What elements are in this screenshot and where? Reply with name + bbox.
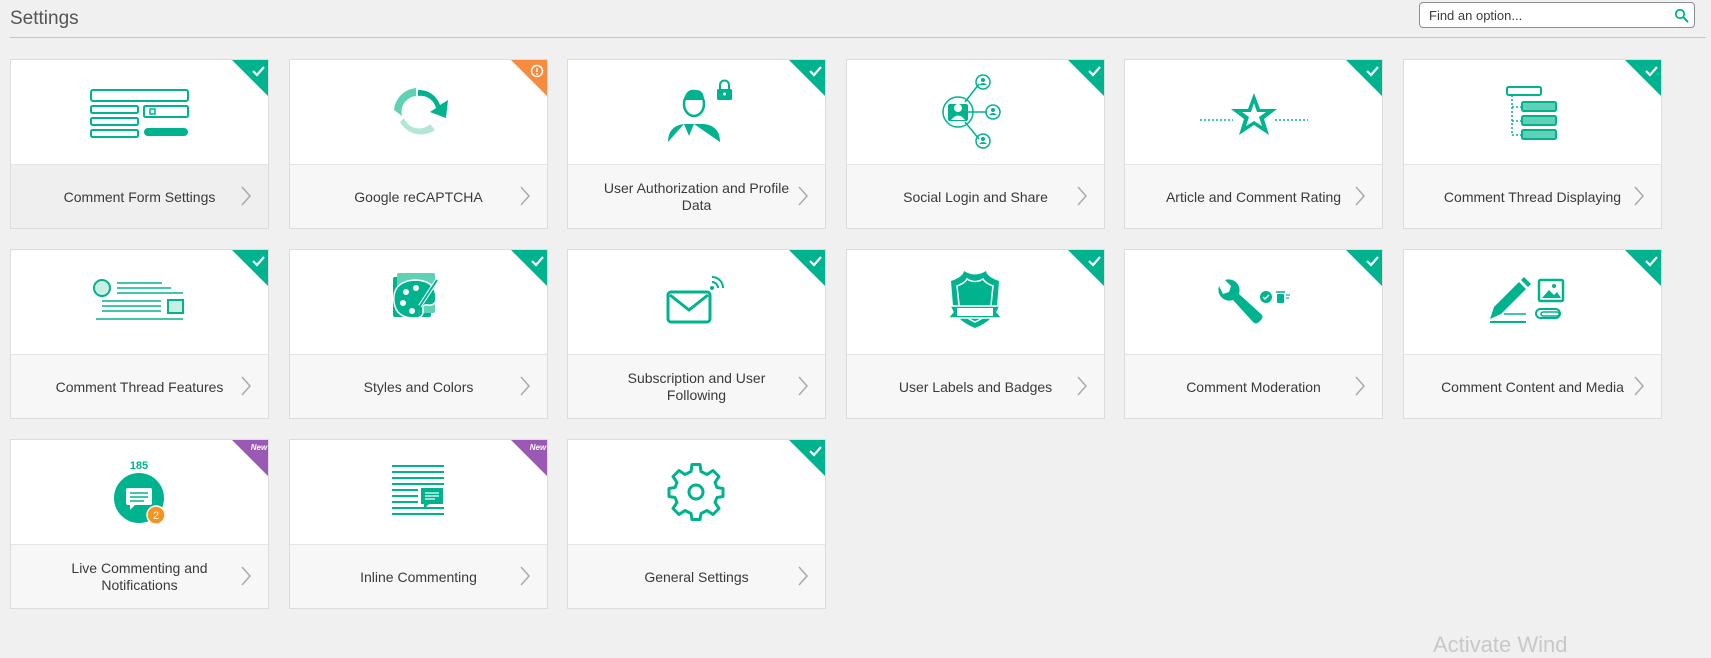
- header: Settings: [10, 2, 1706, 38]
- card-label: Article and Comment Rating: [1165, 188, 1342, 205]
- comment-form-icon: [90, 89, 189, 138]
- check-badge-icon: [789, 250, 825, 286]
- check-badge-icon: [1068, 60, 1104, 96]
- wrench-icon: [1218, 279, 1290, 324]
- thread-tree-icon: [1506, 86, 1557, 140]
- check-badge-icon: [1068, 250, 1104, 286]
- chevron-right-icon: [798, 186, 809, 206]
- search-box[interactable]: [1419, 2, 1695, 28]
- envelope-signal-icon: [666, 276, 724, 324]
- chevron-right-icon: [241, 566, 252, 586]
- check-badge-icon: [511, 250, 547, 286]
- user-lock-icon: [668, 79, 732, 142]
- card-content-media[interactable]: Comment Content and Media: [1403, 249, 1662, 419]
- chevron-right-icon: [520, 566, 531, 586]
- chevron-right-icon: [1634, 186, 1645, 206]
- check-badge-icon: [1346, 250, 1382, 286]
- card-label: User Labels and Badges: [898, 378, 1053, 395]
- chevron-right-icon: [520, 186, 531, 206]
- pencil-media-icon: [1490, 277, 1565, 323]
- check-badge-icon: [232, 60, 268, 96]
- card-label: Inline Commenting: [360, 568, 477, 585]
- card-social-login[interactable]: Social Login and Share: [846, 59, 1105, 229]
- page-title: Settings: [10, 8, 79, 29]
- card-label: Comment Thread Features: [55, 378, 224, 395]
- chevron-right-icon: [1077, 376, 1088, 396]
- search-input[interactable]: [1420, 3, 1669, 27]
- card-article-rating[interactable]: Article and Comment Rating: [1124, 59, 1383, 229]
- star-rating-icon: [1200, 93, 1308, 135]
- gear-icon: [667, 463, 725, 521]
- card-inline-commenting[interactable]: New Inline Commenting: [289, 439, 548, 609]
- card-label: Styles and Colors: [363, 378, 474, 395]
- chevron-right-icon: [241, 376, 252, 396]
- new-badge: New: [232, 440, 268, 476]
- card-general-settings[interactable]: General Settings: [567, 439, 826, 609]
- card-label: General Settings: [644, 568, 749, 585]
- card-user-authorization[interactable]: User Authorization and Profile Data: [567, 59, 826, 229]
- chevron-right-icon: [241, 186, 252, 206]
- live-count: 185: [130, 460, 148, 472]
- inline-comment-icon: [392, 465, 444, 515]
- card-label: Comment Moderation: [1186, 378, 1321, 395]
- live-chat-icon: 185 2: [114, 460, 166, 525]
- card-label: User Authorization and Profile Data: [603, 180, 790, 213]
- chevron-right-icon: [798, 376, 809, 396]
- chevron-right-icon: [520, 376, 531, 396]
- card-label: Social Login and Share: [903, 188, 1048, 205]
- check-badge-icon: [232, 250, 268, 286]
- search-icon[interactable]: [1674, 8, 1689, 23]
- chevron-right-icon: [1355, 376, 1366, 396]
- shield-badge-icon: [946, 271, 1004, 328]
- chevron-right-icon: [1355, 186, 1366, 206]
- card-label: Subscription and User Following: [627, 370, 766, 403]
- notif-count: 2: [153, 510, 159, 522]
- chevron-right-icon: [1077, 186, 1088, 206]
- card-live-commenting[interactable]: 185 2 New Live Commenting and Notificati…: [10, 439, 269, 609]
- check-badge-icon: [789, 60, 825, 96]
- card-google-recaptcha[interactable]: Google reCAPTCHA: [289, 59, 548, 229]
- card-label: Live Commenting and Notifications: [71, 560, 208, 593]
- card-user-labels[interactable]: User Labels and Badges: [846, 249, 1105, 419]
- recaptcha-icon: [394, 88, 448, 135]
- card-comment-form-settings[interactable]: Comment Form Settings: [10, 59, 269, 229]
- svg-text:New: New: [251, 443, 268, 452]
- new-badge: New: [511, 440, 547, 476]
- chevron-right-icon: [1634, 376, 1645, 396]
- check-badge-icon: [1346, 60, 1382, 96]
- card-label: Google reCAPTCHA: [354, 188, 483, 205]
- card-label: Comment Form Settings: [63, 188, 216, 205]
- card-thread-features[interactable]: Comment Thread Features: [10, 249, 269, 419]
- card-label: Comment Thread Displaying: [1443, 188, 1622, 205]
- card-label: Comment Content and Media: [1441, 378, 1624, 395]
- activation-watermark: Activate Wind: [1433, 632, 1568, 657]
- card-thread-displaying[interactable]: Comment Thread Displaying: [1403, 59, 1662, 229]
- card-subscription[interactable]: Subscription and User Following: [567, 249, 826, 419]
- palette-icon: [393, 273, 439, 319]
- svg-text:New: New: [530, 443, 547, 452]
- check-badge-icon: [1625, 250, 1661, 286]
- check-badge-icon: [789, 440, 825, 476]
- card-styles-colors[interactable]: Styles and Colors: [289, 249, 548, 419]
- thread-features-icon: [93, 279, 184, 320]
- social-network-icon: [942, 74, 1001, 149]
- warning-badge-icon: [511, 60, 547, 96]
- check-badge-icon: [1625, 60, 1661, 96]
- card-comment-moderation[interactable]: Comment Moderation: [1124, 249, 1383, 419]
- chevron-right-icon: [798, 566, 809, 586]
